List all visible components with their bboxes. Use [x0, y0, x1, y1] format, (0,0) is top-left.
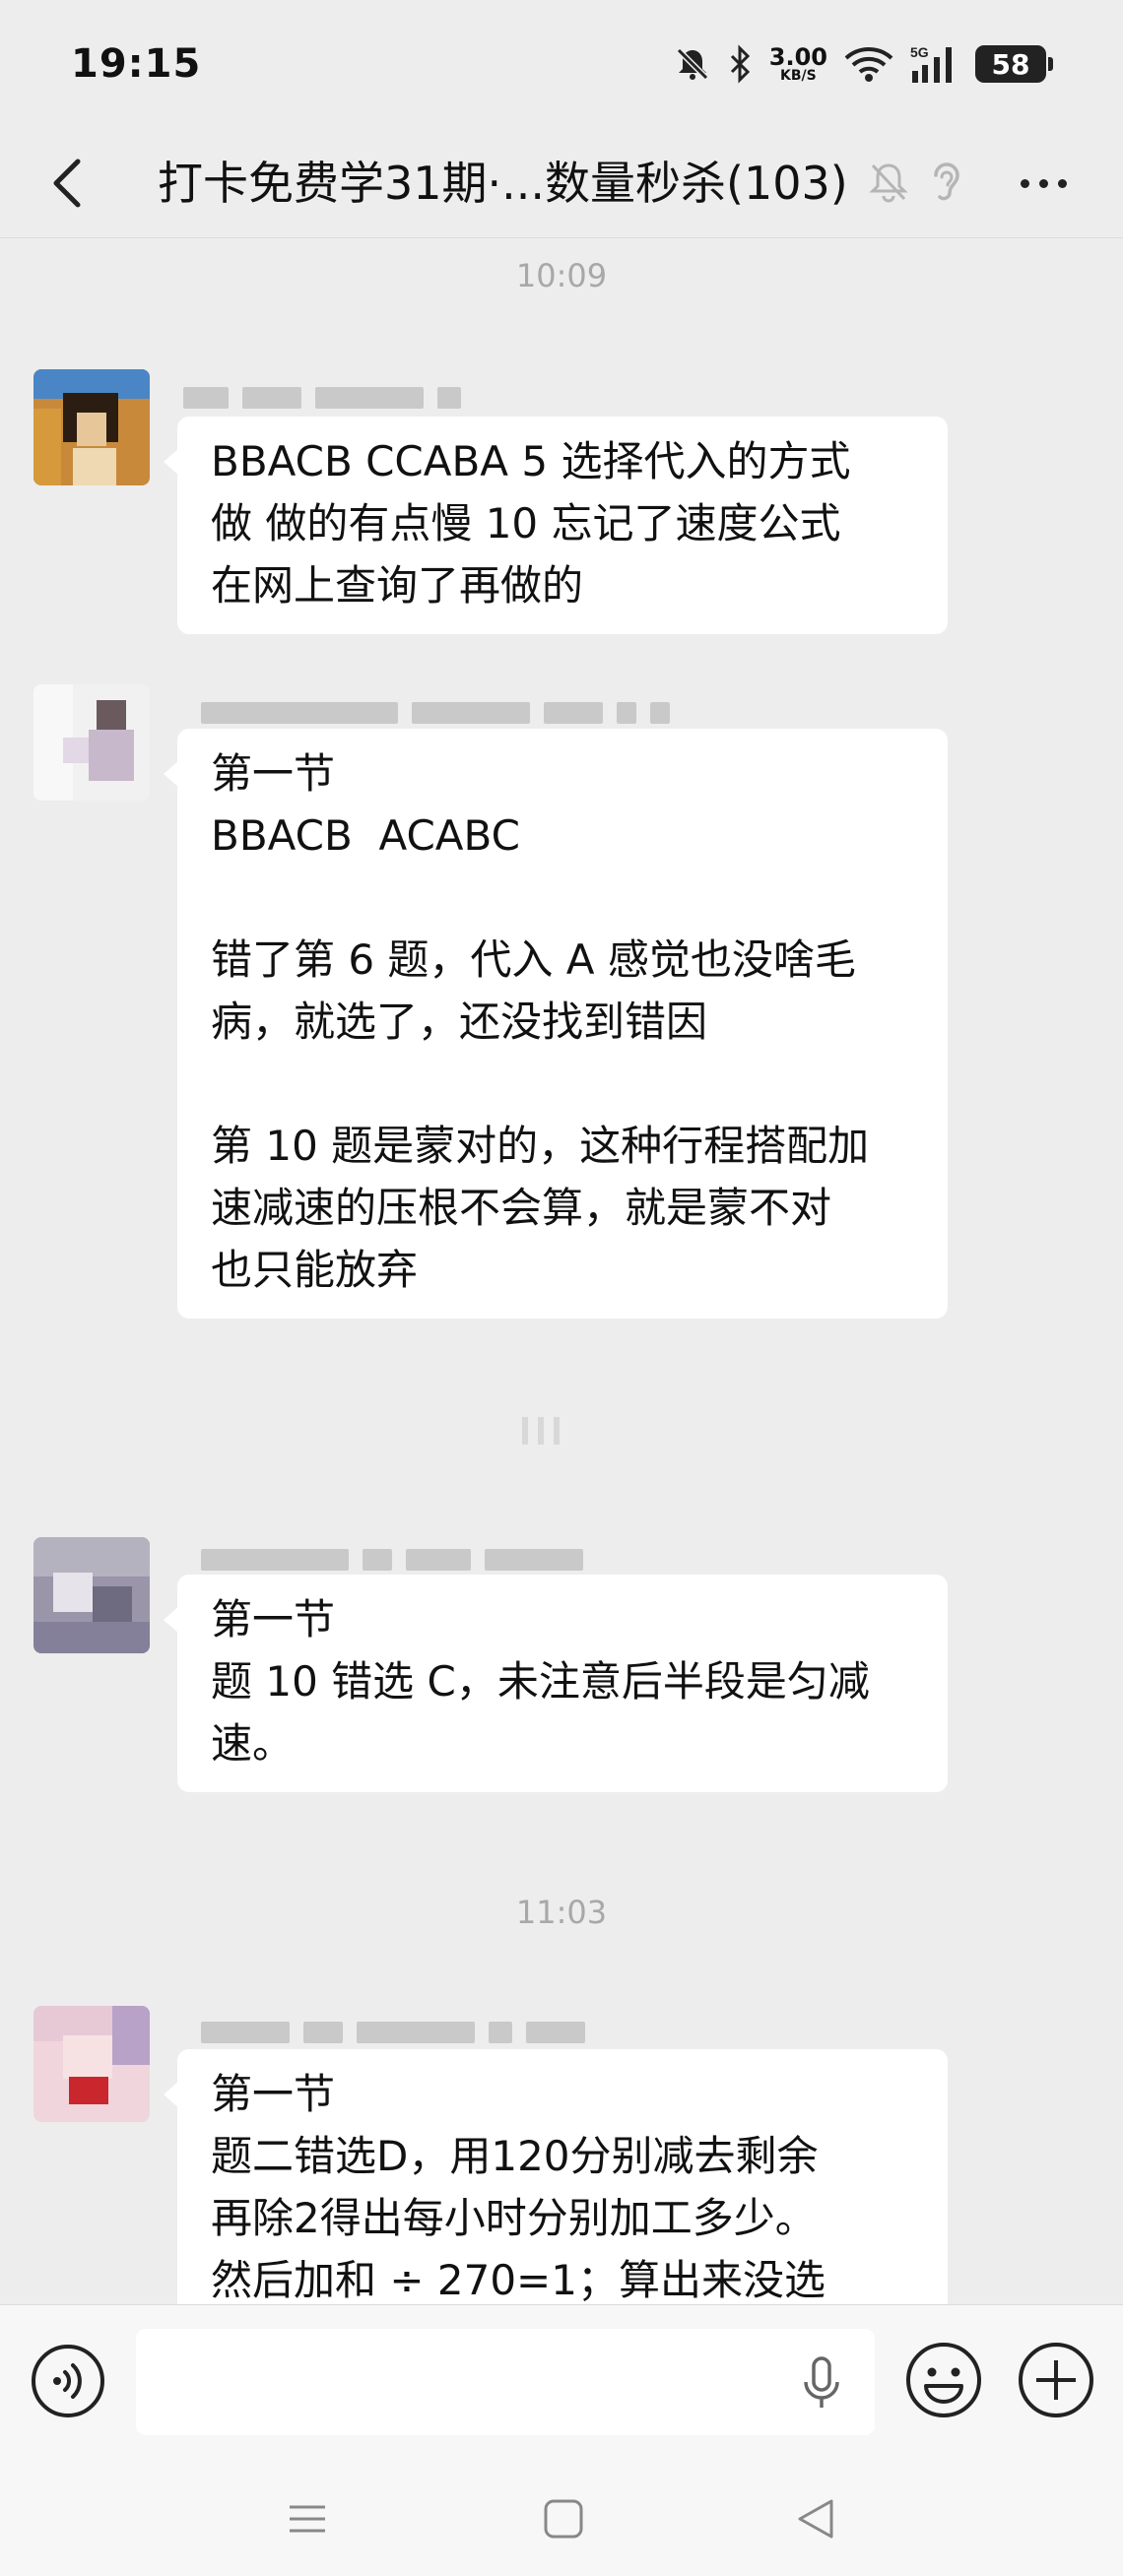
sender-name-blurred — [201, 702, 670, 724]
message-list[interactable]: 10:09 BBACB CCABA 5 选择代入的方式 做 做的有点慢 10 忘… — [0, 239, 1123, 2304]
system-nav-bar — [0, 2462, 1123, 2576]
voice-button[interactable] — [30, 2343, 106, 2419]
emoji-button[interactable] — [904, 2341, 983, 2423]
nav-menu-button[interactable] — [286, 2497, 329, 2544]
nav-home-button[interactable] — [542, 2497, 585, 2544]
battery-indicator: 58 — [975, 45, 1053, 83]
home-square-icon — [544, 2499, 583, 2539]
status-bar: 19:15 3.00 KB/S 5G 58 — [0, 0, 1123, 128]
mic-icon[interactable] — [800, 2356, 843, 2415]
sender-name-blurred — [183, 387, 461, 409]
message-bubble[interactable]: 第一节 BBACB ACABC 错了第 6 题，代入 A 感觉也没啥毛 病，就选… — [164, 729, 948, 1319]
avatar[interactable] — [33, 684, 150, 801]
cellular-signal-icon: 5G — [910, 43, 959, 85]
menu-icon — [290, 2505, 325, 2533]
avatar[interactable] — [33, 2006, 150, 2122]
more-button[interactable] — [1009, 154, 1078, 213]
message-input[interactable] — [136, 2329, 875, 2435]
avatar[interactable] — [33, 369, 150, 485]
more-icon — [1020, 178, 1029, 188]
plus-button[interactable] — [1017, 2341, 1095, 2423]
back-arrow-icon — [53, 159, 81, 208]
status-time: 19:15 — [71, 41, 202, 87]
plus-icon — [1019, 2343, 1093, 2417]
back-button[interactable] — [35, 150, 99, 217]
silent-bell-icon — [673, 44, 712, 84]
timestamp: 10:09 — [515, 257, 608, 294]
emoji-icon — [906, 2343, 981, 2417]
net-speed: 3.00 KB/S — [768, 43, 827, 84]
nav-back-button[interactable] — [794, 2497, 837, 2544]
bell-off-icon — [867, 160, 910, 209]
back-triangle-icon — [798, 2499, 833, 2539]
bluetooth-icon — [728, 44, 754, 84]
voice-icon — [32, 2345, 104, 2417]
message-bubble[interactable]: BBACB CCABA 5 选择代入的方式 做 做的有点慢 10 忘记了速度公式… — [164, 417, 948, 634]
blurred-system-notice — [522, 1417, 560, 1445]
sender-name-blurred — [201, 2022, 585, 2043]
message-bubble[interactable]: 第一节 题二错选D，用120分别减去剩余 再除2得出每小时分别加工多少。 然后加… — [164, 2049, 948, 2304]
ear-icon — [926, 158, 965, 211]
input-bar — [0, 2304, 1123, 2462]
status-icons: 3.00 KB/S 5G 58 — [673, 43, 1053, 85]
chat-header: 打卡免费学31期·...数量秒杀(103) — [0, 128, 1123, 238]
message-bubble[interactable]: 第一节 题 10 错选 C，未注意后半段是匀减 速。 — [164, 1575, 948, 1792]
svg-text:5G: 5G — [910, 44, 929, 60]
chat-title[interactable]: 打卡免费学31期·...数量秒杀(103) — [158, 128, 848, 238]
avatar[interactable] — [33, 1537, 150, 1653]
timestamp: 11:03 — [515, 1894, 608, 1931]
sender-name-blurred — [201, 1549, 583, 1571]
wifi-icon — [843, 44, 894, 84]
